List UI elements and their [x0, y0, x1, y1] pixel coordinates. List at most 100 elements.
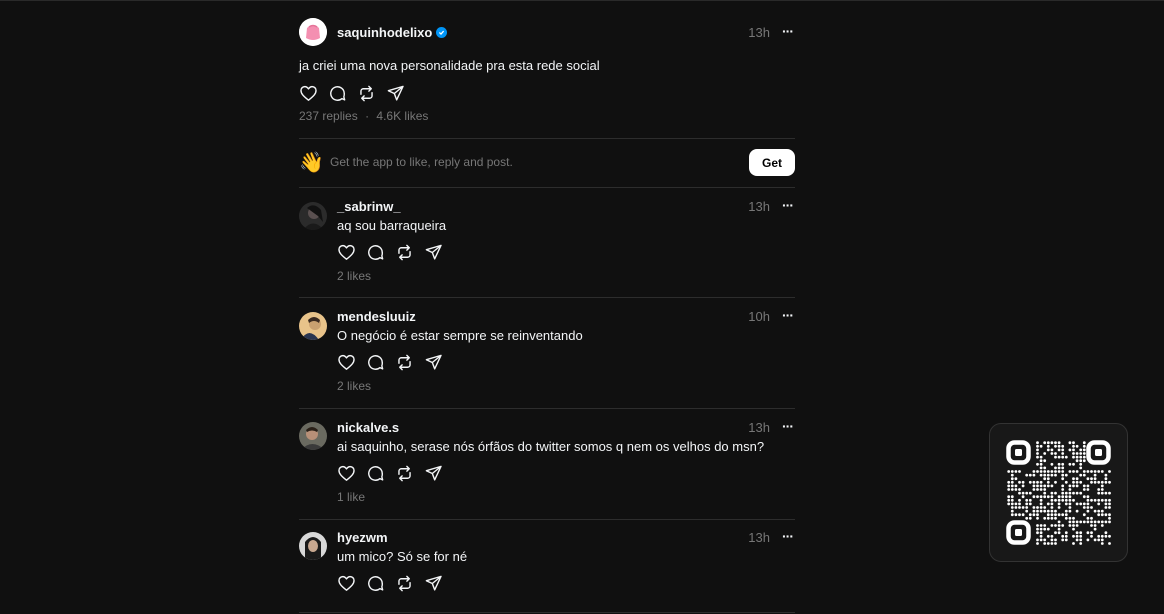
- username-text[interactable]: hyezwm: [337, 530, 388, 545]
- more-options-icon[interactable]: ···: [782, 307, 794, 323]
- replies-count[interactable]: 237 replies: [299, 109, 358, 123]
- post-actions: [299, 84, 405, 103]
- like-button[interactable]: [337, 464, 356, 483]
- stats-separator: ·: [365, 109, 370, 123]
- qr-code-card[interactable]: [989, 423, 1128, 562]
- top-border: [0, 0, 1164, 1]
- avatar-image: [299, 312, 327, 340]
- repost-button[interactable]: [395, 353, 414, 372]
- more-options-icon[interactable]: ···: [782, 197, 794, 213]
- repost-icon: [398, 244, 411, 261]
- share-button[interactable]: [424, 574, 443, 593]
- avatar-image: [299, 532, 327, 560]
- repost-button[interactable]: [395, 464, 414, 483]
- share-button[interactable]: [424, 353, 443, 372]
- heart-icon: [300, 85, 317, 101]
- username[interactable]: mendesluuiz: [337, 309, 416, 324]
- reply-text: aq sou barraqueira: [337, 218, 447, 233]
- get-app-button[interactable]: Get: [749, 149, 795, 176]
- repost-button[interactable]: [357, 84, 376, 103]
- post-time: 10h: [748, 309, 770, 324]
- like-button[interactable]: [337, 574, 356, 593]
- divider: [299, 519, 795, 520]
- reply-button[interactable]: [366, 243, 385, 262]
- avatar[interactable]: [299, 532, 327, 560]
- reply-button[interactable]: [366, 574, 385, 593]
- divider: [299, 408, 795, 409]
- more-options-icon[interactable]: ···: [782, 418, 794, 434]
- share-icon: [425, 575, 442, 591]
- post-time: 13h: [748, 530, 770, 545]
- post-actions: [337, 574, 443, 593]
- like-button[interactable]: [299, 84, 318, 103]
- heart-icon: [338, 354, 355, 370]
- share-button[interactable]: [424, 464, 443, 483]
- avatar[interactable]: [299, 422, 327, 450]
- divider: [299, 297, 795, 298]
- avatar[interactable]: [299, 202, 327, 230]
- post-actions: [337, 243, 443, 262]
- comment-icon: [330, 86, 346, 101]
- post-time: 13h: [748, 420, 770, 435]
- reply-text: um mico? Só se for né: [337, 549, 468, 564]
- username-text[interactable]: mendesluuiz: [337, 309, 416, 324]
- reply-button[interactable]: [366, 464, 385, 483]
- post-actions: [337, 353, 443, 372]
- username[interactable]: hyezwm: [337, 530, 388, 545]
- avatar-image: [299, 18, 327, 46]
- qr-code: [1006, 440, 1111, 545]
- reply-text: ai saquinho, serase nós órfãos do twitte…: [337, 439, 765, 454]
- comment-icon: [368, 576, 384, 591]
- share-button[interactable]: [424, 243, 443, 262]
- likes-count[interactable]: 2 likes: [337, 379, 371, 393]
- get-app-banner: 👋 Get the app to like, reply and post. G…: [299, 148, 795, 178]
- divider: [299, 138, 795, 139]
- username[interactable]: _sabrinw_: [337, 199, 401, 214]
- post-stats: 237 replies · 4.6K likes: [299, 109, 428, 123]
- username-text[interactable]: nickalve.s: [337, 420, 399, 435]
- repost-button[interactable]: [395, 574, 414, 593]
- more-options-icon[interactable]: ···: [782, 23, 794, 39]
- post-time: 13h: [748, 25, 770, 40]
- more-options-icon[interactable]: ···: [782, 528, 794, 544]
- username-text[interactable]: _sabrinw_: [337, 199, 401, 214]
- reply-text: O negócio é estar sempre se reinventando: [337, 328, 583, 343]
- share-icon: [425, 354, 442, 370]
- divider: [299, 612, 795, 613]
- likes-count[interactable]: 1 like: [337, 490, 365, 504]
- post-text: ja criei uma nova personalidade pra esta…: [299, 58, 600, 73]
- heart-icon: [338, 575, 355, 591]
- like-button[interactable]: [337, 243, 356, 262]
- repost-icon: [360, 85, 373, 102]
- heart-icon: [338, 465, 355, 481]
- avatar[interactable]: [299, 312, 327, 340]
- like-button[interactable]: [337, 353, 356, 372]
- comment-icon: [368, 245, 384, 260]
- avatar-image: [299, 202, 327, 230]
- username[interactable]: nickalve.s: [337, 420, 399, 435]
- repost-icon: [398, 354, 411, 371]
- share-icon: [425, 465, 442, 481]
- verified-badge-icon: [436, 27, 448, 38]
- avatar[interactable]: [299, 18, 327, 46]
- username-row[interactable]: saquinhodelixo: [337, 25, 448, 40]
- repost-icon: [398, 575, 411, 592]
- share-icon: [387, 85, 404, 101]
- comment-icon: [368, 355, 384, 370]
- repost-button[interactable]: [395, 243, 414, 262]
- likes-count[interactable]: 4.6K likes: [376, 109, 428, 123]
- likes-count[interactable]: 2 likes: [337, 269, 371, 283]
- reply-button[interactable]: [366, 353, 385, 372]
- heart-icon: [338, 244, 355, 260]
- share-button[interactable]: [386, 84, 405, 103]
- repost-icon: [398, 465, 411, 482]
- divider: [299, 187, 795, 188]
- reply-button[interactable]: [328, 84, 347, 103]
- comment-icon: [368, 466, 384, 481]
- get-app-text: Get the app to like, reply and post.: [330, 155, 513, 169]
- wave-icon: 👋: [299, 152, 324, 174]
- share-icon: [425, 244, 442, 260]
- post-time: 13h: [748, 199, 770, 214]
- avatar-image: [299, 422, 327, 450]
- username[interactable]: saquinhodelixo: [337, 25, 432, 40]
